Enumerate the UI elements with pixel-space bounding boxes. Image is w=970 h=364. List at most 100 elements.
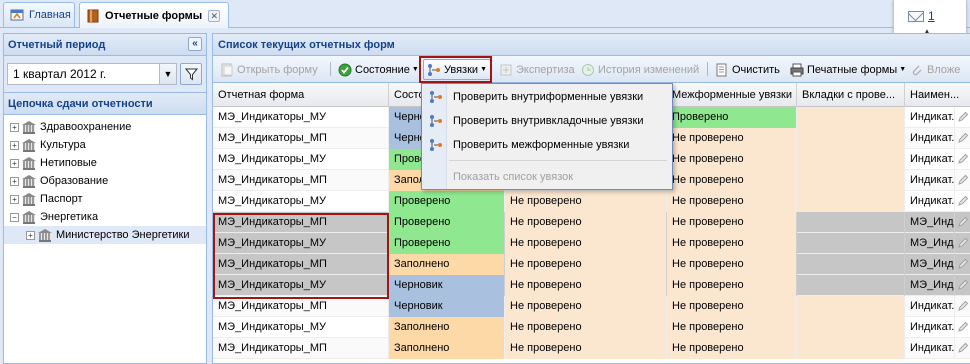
- open-form-icon: [220, 63, 234, 77]
- menu-item-label: Проверить внутриформенные увязки: [453, 91, 644, 103]
- open-form-label: Открыть форму: [237, 63, 318, 76]
- edit-pencil-icon[interactable]: [957, 132, 969, 144]
- attach-button[interactable]: Вложе: [907, 59, 963, 80]
- expand-toggle-icon[interactable]: +: [10, 194, 19, 204]
- menu-item-check-inner-tab-links[interactable]: Проверить внутривкладочные увязки: [422, 110, 672, 132]
- forms-panel-header: Список текущих отчетных форм: [213, 34, 970, 56]
- cell-state: Проверено: [389, 191, 505, 212]
- cell-form: МЭ_Индикаторы_МУ: [213, 317, 389, 338]
- tree-node-label: Энергетика: [40, 211, 99, 223]
- history-icon: [581, 63, 595, 77]
- tree-node-label: Паспорт: [40, 193, 83, 205]
- clear-icon: [715, 63, 729, 77]
- cell-name: МЭ_Инд...: [905, 212, 955, 233]
- expertise-label: Экспертиза: [516, 63, 575, 76]
- table-row[interactable]: МЭ_Индикаторы_МП Проверено Не проверено Не …: [213, 212, 970, 233]
- close-icon[interactable]: ✕: [208, 9, 221, 22]
- notifications-count[interactable]: 1: [928, 9, 935, 23]
- cell-inner: Не проверено: [505, 317, 667, 338]
- expand-toggle-icon[interactable]: +: [10, 140, 19, 150]
- cell-form: МЭ_Индикаторы_МУ: [213, 275, 389, 296]
- menu-item-check-inner-form-links[interactable]: Проверить внутриформенные увязки: [422, 86, 672, 108]
- edit-pencil-icon[interactable]: [957, 300, 969, 312]
- edit-pencil-icon[interactable]: [957, 321, 969, 333]
- building-icon: [21, 121, 37, 134]
- menu-item-check-interform-links[interactable]: Проверить межформенные увязки: [422, 134, 672, 156]
- expand-toggle-icon[interactable]: +: [10, 176, 19, 186]
- printer-icon: [790, 63, 804, 77]
- tree-node[interactable]: + Здравоохранение: [4, 118, 206, 136]
- filter-button[interactable]: [180, 63, 202, 85]
- history-button[interactable]: История изменений: [578, 59, 702, 80]
- col-header-form[interactable]: Отчетная форма: [213, 83, 389, 107]
- cell-inter: Не проверено: [667, 317, 797, 338]
- chevron-down-icon[interactable]: ▼: [159, 64, 176, 84]
- cell-state: Черновик: [389, 296, 505, 317]
- period-select[interactable]: 1 квартал 2012 г. ▼: [7, 63, 177, 85]
- cell-form: МЭ_Индикаторы_МУ: [213, 233, 389, 254]
- edit-pencil-icon[interactable]: [957, 174, 969, 186]
- chevron-down-icon: ▼: [480, 66, 487, 73]
- cell-form: МЭ_Индикаторы_МП: [213, 254, 389, 275]
- edit-pencil-icon[interactable]: [957, 216, 969, 228]
- tree-node[interactable]: − Энергетика: [4, 208, 206, 226]
- expand-toggle-icon[interactable]: −: [10, 212, 19, 222]
- table-row[interactable]: МЭ_Индикаторы_МУ Заполнено Не проверено Не …: [213, 317, 970, 338]
- cell-inter: Не проверено: [667, 191, 797, 212]
- building-icon: [37, 229, 53, 242]
- menu-item-label: Проверить межформенные увязки: [453, 139, 630, 151]
- links-icon: [429, 90, 443, 104]
- edit-pencil-icon[interactable]: [957, 279, 969, 291]
- history-label: История изменений: [598, 63, 700, 76]
- edit-pencil-icon[interactable]: [957, 342, 969, 354]
- links-button[interactable]: Увязки ▼: [423, 59, 491, 80]
- cell-form: МЭ_Индикаторы_МУ: [213, 191, 389, 212]
- period-area: 1 квартал 2012 г. ▼: [4, 56, 206, 93]
- cell-name: Индикат...: [905, 338, 955, 359]
- expertise-button[interactable]: Экспертиза: [496, 59, 578, 80]
- table-row[interactable]: МЭ_Индикаторы_МП Заполнено Не проверено Не …: [213, 254, 970, 275]
- table-row[interactable]: МЭ_Индикаторы_МП Заполнено Не проверено Не …: [213, 338, 970, 359]
- edit-pencil-icon[interactable]: [957, 111, 969, 123]
- edit-pencil-icon[interactable]: [957, 153, 969, 165]
- left-panel: Отчетный период « 1 квартал 2012 г. ▼ Це…: [3, 33, 207, 364]
- tab-home[interactable]: Главная: [3, 2, 75, 27]
- edit-pencil-icon[interactable]: [957, 237, 969, 249]
- tree-node-label: Культура: [40, 139, 86, 151]
- cell-inter: Не проверено: [667, 254, 797, 275]
- table-row[interactable]: МЭ_Индикаторы_МУ Проверено Не проверено Не …: [213, 233, 970, 254]
- tree-node[interactable]: + Образование: [4, 172, 206, 190]
- clear-button[interactable]: Очистить: [712, 59, 783, 80]
- tab-report-forms[interactable]: Отчетные формы ✕: [79, 2, 229, 28]
- col-header-interform-links[interactable]: Межформенные увязки: [667, 83, 797, 107]
- table-row[interactable]: МЭ_Индикаторы_МУ Черновик Не проверено Не п…: [213, 275, 970, 296]
- cell-inter: Не проверено: [667, 149, 797, 170]
- cell-form: МЭ_Индикаторы_МУ: [213, 149, 389, 170]
- menu-item-show-links-list[interactable]: Показать список увязок: [422, 166, 672, 188]
- collapse-panel-icon[interactable]: «: [188, 37, 202, 51]
- state-button[interactable]: Состояние ▼: [335, 59, 422, 80]
- expand-toggle-icon[interactable]: +: [26, 230, 35, 240]
- col-header-name[interactable]: Наимен...: [905, 83, 970, 107]
- tree-node[interactable]: + Культура: [4, 136, 206, 154]
- cell-state: Заполнено: [389, 338, 505, 359]
- expand-toggle-icon[interactable]: +: [10, 122, 19, 132]
- cell-state: Проверено: [389, 233, 505, 254]
- table-row[interactable]: МЭ_Индикаторы_МУ Проверено Не проверено Не …: [213, 191, 970, 212]
- cell-inter: Не проверено: [667, 170, 797, 191]
- open-form-button[interactable]: Открыть форму: [217, 59, 321, 80]
- tree-node[interactable]: + Министерство Энергетики: [4, 226, 206, 244]
- cell-tabs: [797, 296, 905, 317]
- table-row[interactable]: МЭ_Индикаторы_МП Черновик Не проверено Не п…: [213, 296, 970, 317]
- print-forms-button[interactable]: Печатные формы ▼: [787, 59, 909, 80]
- links-icon: [427, 63, 441, 77]
- cell-tabs: [797, 212, 905, 233]
- edit-pencil-icon[interactable]: [957, 195, 969, 207]
- tree-node[interactable]: + Паспорт: [4, 190, 206, 208]
- col-header-tabs-checked[interactable]: Вкладки с прове...: [797, 83, 905, 107]
- cell-name: МЭ_Инд...: [905, 275, 955, 296]
- tree-node[interactable]: + Нетиповые: [4, 154, 206, 172]
- cell-tabs: [797, 233, 905, 254]
- edit-pencil-icon[interactable]: [957, 258, 969, 270]
- expand-toggle-icon[interactable]: +: [10, 158, 19, 168]
